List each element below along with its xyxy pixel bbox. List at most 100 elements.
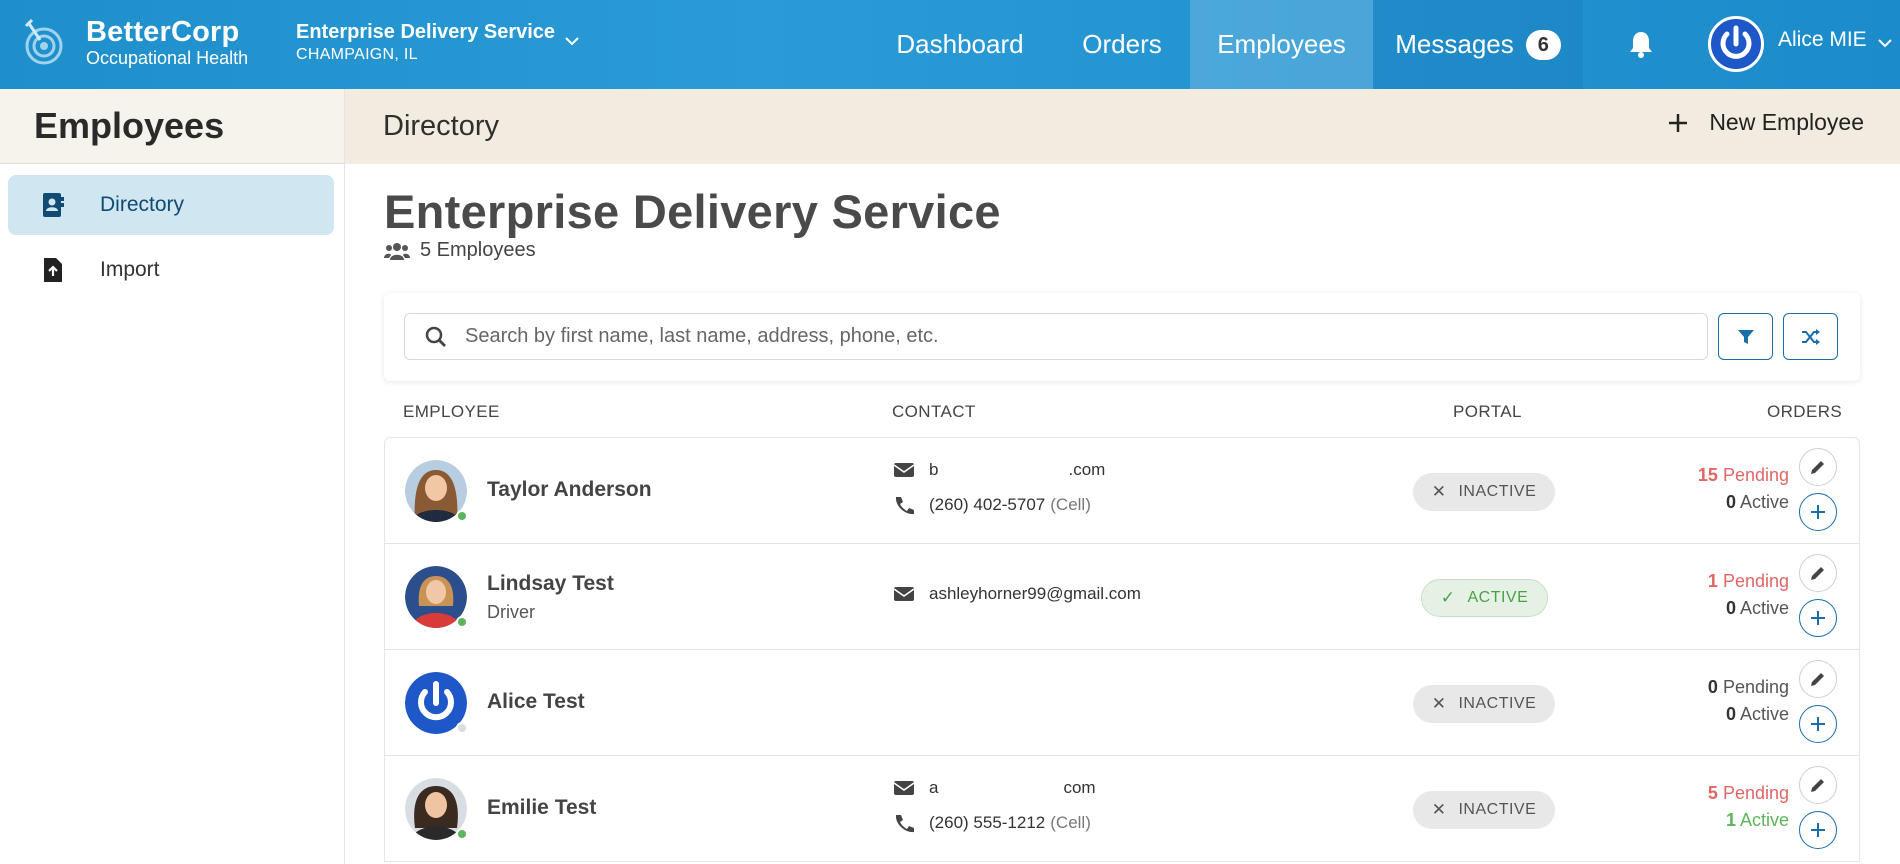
column-header-portal[interactable]: PORTAL: [1453, 402, 1522, 422]
portal-status-badge[interactable]: ✓ ACTIVE: [1421, 579, 1548, 617]
online-status-dot: [456, 616, 468, 628]
address-book-icon: [43, 193, 64, 217]
close-icon: ✕: [1431, 482, 1447, 501]
column-header-orders[interactable]: ORDERS: [1767, 402, 1842, 422]
user-avatar[interactable]: [1708, 16, 1764, 72]
contact-email[interactable]: b .com: [893, 460, 1105, 480]
shuffle-button[interactable]: [1783, 313, 1838, 360]
portal-status-badge[interactable]: ✕ INACTIVE: [1413, 791, 1555, 829]
pending-label: Pending: [1722, 571, 1789, 591]
sidebar-item-label: Directory: [100, 193, 185, 216]
email-end: .com: [1068, 460, 1106, 479]
table-row[interactable]: Alice Test ✕ INACTIVE 0 Pending 0 Active: [385, 650, 1859, 756]
plus-icon: [1811, 717, 1825, 731]
portal-status-badge[interactable]: ✕ INACTIVE: [1413, 685, 1555, 723]
email-end: com: [1063, 778, 1096, 797]
nav-messages-label: Messages: [1395, 29, 1514, 59]
plus-icon: [1811, 823, 1825, 837]
nav-dashboard[interactable]: Dashboard: [880, 0, 1040, 89]
pencil-icon: [1811, 779, 1824, 792]
brand[interactable]: BetterCorp Occupational Health: [86, 16, 248, 68]
checkmark-icon: ✓: [1440, 588, 1456, 607]
sidebar-title: Employees: [34, 105, 225, 146]
table-row[interactable]: Lindsay Test Driver ashleyhorner99@gmail…: [385, 544, 1859, 650]
active-label: Active: [1739, 704, 1789, 724]
sidebar-item-label: Import: [100, 258, 160, 281]
online-status-dot: [456, 510, 468, 522]
nav-orders[interactable]: Orders: [1067, 0, 1177, 89]
employee-role: Driver: [487, 602, 535, 622]
email-address: ashleyhorner99@gmail.com: [929, 584, 1141, 603]
chevron-down-icon[interactable]: [1878, 38, 1892, 48]
portal-status-badge[interactable]: ✕ INACTIVE: [1413, 473, 1555, 511]
pending-count: 5: [1707, 783, 1718, 803]
edit-button[interactable]: [1799, 554, 1837, 592]
add-order-button[interactable]: [1799, 493, 1837, 531]
pencil-icon: [1811, 673, 1824, 686]
main-header: Directory New Employee: [345, 89, 1900, 164]
portal-status-label: INACTIVE: [1458, 483, 1537, 500]
table-row[interactable]: Taylor Anderson b .com (260) 402-5707 (C…: [385, 438, 1859, 544]
users-icon: [384, 242, 410, 260]
close-icon: ✕: [1431, 694, 1447, 713]
orders-summary: 15 Pending 0 Active: [1698, 462, 1789, 516]
bell-icon[interactable]: [1628, 30, 1654, 58]
active-count: 1: [1725, 810, 1736, 830]
employee-count: 5 Employees: [384, 239, 536, 262]
table-row[interactable]: Emilie Test a com (260) 555-1212 (Cell) …: [385, 756, 1859, 862]
contact-email[interactable]: ashleyhorner99@gmail.com: [893, 584, 1141, 604]
chevron-down-icon[interactable]: [565, 36, 579, 46]
nav-employees[interactable]: Employees: [1190, 0, 1373, 89]
phone-type: (Cell): [1050, 813, 1091, 832]
envelope-icon: [893, 463, 915, 477]
column-header-employee[interactable]: EMPLOYEE: [403, 402, 500, 422]
employee-count-label: 5 Employees: [420, 239, 536, 261]
sidebar-item-directory[interactable]: Directory: [8, 175, 334, 235]
filter-button[interactable]: [1718, 313, 1773, 360]
add-order-button[interactable]: [1799, 705, 1837, 743]
sidebar-item-import[interactable]: Import: [8, 240, 334, 300]
pending-count: 15: [1697, 465, 1718, 485]
new-employee-button[interactable]: New Employee: [1667, 109, 1864, 136]
search-card: [384, 293, 1860, 381]
top-navigation-bar: BetterCorp Occupational Health Enterpris…: [0, 0, 1900, 89]
pending-label: Pending: [1722, 465, 1789, 485]
portal-status-label: INACTIVE: [1458, 695, 1537, 712]
email-start: a: [929, 778, 939, 797]
edit-button[interactable]: [1799, 660, 1837, 698]
power-icon: [1720, 25, 1752, 59]
contact-phone[interactable]: (260) 402-5707 (Cell): [893, 495, 1091, 515]
employee-name[interactable]: Lindsay Test: [487, 572, 614, 596]
contact-phone[interactable]: (260) 555-1212 (Cell): [893, 813, 1091, 833]
user-name[interactable]: Alice MIE: [1778, 28, 1867, 52]
edit-button[interactable]: [1799, 448, 1837, 486]
active-label: Active: [1739, 598, 1789, 618]
pending-label: Pending: [1722, 677, 1789, 697]
employee-table: Taylor Anderson b .com (260) 402-5707 (C…: [384, 437, 1860, 862]
pencil-icon: [1811, 567, 1824, 580]
column-header-contact[interactable]: CONTACT: [892, 402, 976, 422]
search-box[interactable]: [404, 313, 1708, 360]
employee-name[interactable]: Alice Test: [487, 690, 585, 714]
phone-number: (260) 402-5707: [929, 495, 1046, 514]
add-order-button[interactable]: [1799, 811, 1837, 849]
page-title: Directory: [383, 110, 500, 142]
employee-name[interactable]: Taylor Anderson: [487, 478, 652, 502]
add-order-button[interactable]: [1799, 599, 1837, 637]
plus-icon: [1669, 113, 1688, 132]
file-upload-icon: [44, 258, 62, 282]
organization-selector[interactable]: Enterprise Delivery Service CHAMPAIGN, I…: [296, 20, 555, 66]
contact-email[interactable]: a com: [893, 778, 1096, 798]
pending-label: Pending: [1722, 783, 1789, 803]
sidebar-header: Employees: [0, 89, 344, 164]
nav-messages[interactable]: Messages 6: [1373, 0, 1583, 89]
envelope-icon: [893, 587, 915, 601]
pending-count: 1: [1707, 571, 1718, 591]
edit-button[interactable]: [1799, 766, 1837, 804]
bettercorp-logo-icon[interactable]: [20, 16, 68, 72]
employee-name[interactable]: Emilie Test: [487, 796, 596, 820]
portal-status-label: INACTIVE: [1458, 801, 1537, 818]
company-title: Enterprise Delivery Service: [384, 185, 1001, 238]
search-input[interactable]: [465, 325, 1665, 348]
organization-name: Enterprise Delivery Service: [296, 21, 556, 43]
